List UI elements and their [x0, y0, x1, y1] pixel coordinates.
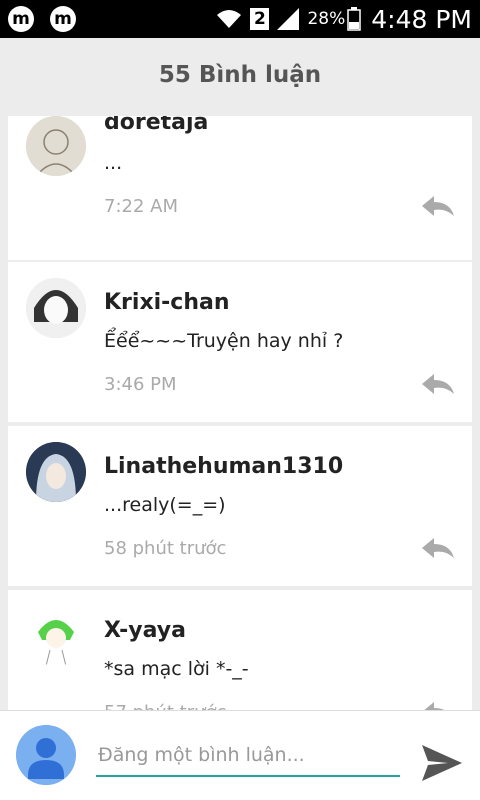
comment-time: 7:22 AM	[104, 196, 178, 217]
comment-text: *sa mạc lời *-_-	[104, 658, 249, 680]
reply-icon[interactable]	[420, 536, 456, 560]
send-icon[interactable]	[420, 743, 464, 783]
comment-username[interactable]: X-yaya	[104, 618, 186, 643]
signal-icon	[277, 8, 300, 30]
app-notification-icon-2: m	[50, 6, 76, 32]
avatar[interactable]	[26, 278, 86, 338]
comment-time: 3:46 PM	[104, 374, 177, 395]
reply-icon[interactable]	[420, 372, 456, 396]
comment-username[interactable]: Krixi-chan	[104, 290, 230, 315]
avatar[interactable]	[26, 606, 86, 666]
comment-input[interactable]	[96, 735, 400, 777]
status-time: 4:48 PM	[371, 4, 472, 34]
page-title: 55 Bình luận	[158, 62, 322, 88]
comment-username[interactable]: doretaja	[104, 116, 208, 135]
my-avatar-icon	[16, 725, 76, 785]
status-bar: m m 2 28% 4:48 PM	[0, 0, 480, 38]
comment-item: Linathehuman1310 ...realy(=_=) 58 phút t…	[8, 426, 472, 586]
comment-item: Krixi-chan Ểểể~~~Truyện hay nhỉ ? 3:46 P…	[8, 262, 472, 422]
header: 55 Bình luận	[0, 38, 480, 112]
battery-percent: 28%	[307, 9, 346, 29]
comment-item: X-yaya *sa mạc lời *-_- 57 phút trước	[8, 590, 472, 710]
comment-list[interactable]: doretaja ... 7:22 AM Krixi-chan Ểểể~~~Tr…	[8, 116, 472, 710]
comment-time: 57 phút trước	[104, 702, 226, 710]
battery-icon	[347, 7, 362, 31]
app-notification-icon-1: m	[8, 6, 34, 32]
comment-text: Ểểể~~~Truyện hay nhỉ ?	[104, 330, 344, 352]
comment-time: 58 phút trước	[104, 538, 227, 559]
reply-icon[interactable]	[420, 194, 456, 218]
comment-input-bar	[0, 710, 480, 800]
avatar[interactable]	[26, 442, 86, 502]
wifi-icon	[217, 10, 242, 28]
reply-icon[interactable]	[420, 700, 456, 710]
comment-text: ...realy(=_=)	[104, 494, 226, 516]
comment-username[interactable]: Linathehuman1310	[104, 454, 343, 479]
avatar[interactable]	[26, 116, 86, 176]
sim-slot-badge: 2	[250, 8, 270, 30]
comment-item: doretaja ... 7:22 AM	[8, 116, 472, 260]
comment-text: ...	[104, 152, 123, 174]
